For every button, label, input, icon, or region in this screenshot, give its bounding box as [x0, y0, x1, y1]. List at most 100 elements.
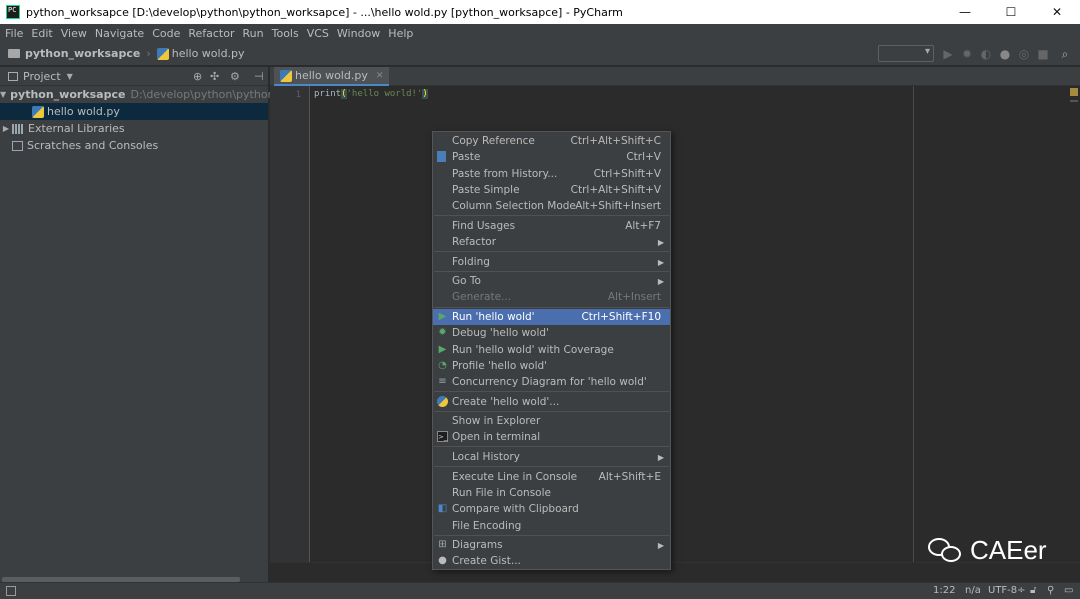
code-function: print: [314, 89, 342, 99]
scratches-icon: [12, 140, 23, 151]
inspector-icon[interactable]: ⚲: [1047, 585, 1054, 596]
menu-item-local-history[interactable]: Local History ▶: [433, 449, 670, 465]
menu-separator: [434, 215, 669, 216]
menu-file[interactable]: File: [0, 27, 27, 40]
menu-item-diagrams[interactable]: ⊞ Diagrams ▶: [433, 537, 670, 553]
navigation-bar: python_worksapce › hello wold.py ▶ ✹ ◐ ●…: [0, 42, 1080, 66]
status-bar: 1:22 n/a UTF-8÷ 🔓︎ ⚲ ▭: [0, 582, 1080, 599]
minimize-button[interactable]: —: [942, 0, 988, 24]
breadcrumb-file[interactable]: hello wold.py: [172, 47, 245, 60]
project-panel-title[interactable]: Project: [23, 70, 61, 83]
menu-separator: [434, 251, 669, 252]
menu-item-run-with-coverage[interactable]: ▶ Run 'hello wold' with Coverage: [433, 342, 670, 358]
menu-item-paste-simple[interactable]: Paste Simple Ctrl+Alt+Shift+V: [433, 182, 670, 198]
submenu-arrow-icon: ▶: [657, 452, 664, 462]
stop-icon[interactable]: ■: [1036, 47, 1050, 61]
chevron-down-icon[interactable]: ▼: [67, 72, 73, 81]
menu-item-open-in-terminal[interactable]: >_ Open in terminal: [433, 429, 670, 445]
menu-item-run-file-in-console[interactable]: Run File in Console: [433, 485, 670, 501]
menu-item-refactor[interactable]: Refactor ▶: [433, 234, 670, 250]
breadcrumb-separator: ›: [146, 47, 151, 60]
menu-item-file-encoding[interactable]: File Encoding: [433, 518, 670, 534]
tree-item-label: python_worksapce: [10, 88, 126, 101]
code-close-paren: ): [422, 89, 428, 99]
file-encoding[interactable]: UTF-8÷: [988, 585, 1026, 596]
menu-vcs[interactable]: VCS: [303, 27, 333, 40]
run-configuration-select[interactable]: [878, 45, 934, 62]
line-separator[interactable]: n/a: [965, 585, 981, 596]
menu-edit[interactable]: Edit: [27, 27, 56, 40]
event-log-icon[interactable]: ▭: [1064, 585, 1073, 596]
python-file-icon: [32, 105, 44, 118]
tool-windows-toggle-icon[interactable]: [6, 586, 16, 596]
collapse-all-icon[interactable]: ✣: [210, 70, 219, 83]
menu-item-create-gist[interactable]: ● Create Gist...: [433, 553, 670, 569]
menu-item-create-run-config[interactable]: Create 'hello wold'...: [433, 394, 670, 410]
line-number: 1: [295, 90, 301, 100]
menu-item-execute-line-in-console[interactable]: Execute Line in Console Alt+Shift+E: [433, 469, 670, 485]
sync-icon[interactable]: ⊕: [193, 70, 202, 83]
tree-item-label: External Libraries: [28, 122, 125, 135]
menu-refactor[interactable]: Refactor: [184, 27, 238, 40]
breadcrumb-project[interactable]: python_worksapce: [25, 47, 140, 60]
menu-code[interactable]: Code: [148, 27, 184, 40]
library-icon: [12, 123, 24, 134]
collapsed-arrow-icon[interactable]: ▶: [0, 124, 12, 133]
pycharm-app-icon: [6, 5, 20, 19]
run-icon[interactable]: ▶: [941, 47, 955, 61]
menu-item-profile[interactable]: ◔ Profile 'hello wold': [433, 358, 670, 374]
chat-bubble-icon: [928, 537, 962, 564]
profile-icon[interactable]: ●: [998, 47, 1012, 61]
coverage-icon[interactable]: ◐: [979, 47, 993, 61]
tree-item-project-root[interactable]: ▼ python_worksapce D:\develop\python\pyt…: [0, 86, 300, 103]
profile-icon: ◔: [438, 360, 447, 371]
menu-item-debug[interactable]: ✹ Debug 'hello wold': [433, 325, 670, 341]
menu-item-concurrency-diagram[interactable]: ≡ Concurrency Diagram for 'hello wold': [433, 374, 670, 390]
menu-navigate[interactable]: Navigate: [91, 27, 148, 40]
menu-item-generate[interactable]: Generate... Alt+Insert: [433, 289, 670, 305]
python-file-icon: [156, 47, 169, 60]
menu-help[interactable]: Help: [384, 27, 417, 40]
caret-position[interactable]: 1:22: [933, 585, 955, 596]
menu-window[interactable]: Window: [333, 27, 384, 40]
search-icon[interactable]: ⌕: [1058, 47, 1072, 61]
menu-separator: [434, 446, 669, 447]
code-line[interactable]: print('hello world!'): [314, 89, 428, 99]
menu-item-find-usages[interactable]: Find Usages Alt+F7: [433, 218, 670, 234]
menu-item-compare-with-clipboard[interactable]: ◧ Compare with Clipboard: [433, 501, 670, 517]
inspection-status-icon[interactable]: [1070, 88, 1078, 96]
tree-item-scratches[interactable]: Scratches and Consoles: [0, 137, 268, 154]
editor-tab-label: hello wold.py: [295, 69, 368, 82]
menu-item-paste[interactable]: Paste Ctrl+V: [433, 149, 670, 165]
menu-item-paste-from-history[interactable]: Paste from History... Ctrl+Shift+V: [433, 166, 670, 182]
menu-item-copy-reference[interactable]: Copy Reference Ctrl+Alt+Shift+C: [433, 133, 670, 149]
editor-tab-hello-wold[interactable]: hello wold.py ✕: [274, 67, 390, 86]
tree-item-external-libraries[interactable]: ▶ External Libraries: [0, 120, 268, 137]
debug-icon: ✹: [438, 327, 447, 338]
menu-item-folding[interactable]: Folding ▶: [433, 254, 670, 270]
title-bar: python_worksapce [D:\develop\python\pyth…: [0, 0, 1080, 24]
menu-tools[interactable]: Tools: [268, 27, 303, 40]
menu-run[interactable]: Run: [239, 27, 268, 40]
hide-panel-icon[interactable]: ⊣: [254, 70, 264, 83]
menu-item-run[interactable]: ▶ Run 'hello wold' Ctrl+Shift+F10: [433, 309, 670, 325]
lock-icon[interactable]: 🔓︎: [1030, 585, 1036, 596]
gear-icon[interactable]: ⚙: [230, 70, 240, 83]
maximize-button[interactable]: ☐: [988, 0, 1034, 24]
menu-item-go-to[interactable]: Go To ▶: [433, 273, 670, 289]
coverage-icon: ▶: [438, 344, 447, 355]
error-stripe-marker[interactable]: [1070, 100, 1078, 102]
watermark-text: CAEer: [970, 535, 1047, 565]
debug-icon[interactable]: ✹: [960, 47, 974, 61]
tree-item-hello-wold-py[interactable]: hello wold.py: [0, 103, 268, 120]
tree-item-label: Scratches and Consoles: [27, 139, 159, 152]
concurrency-icon[interactable]: ◎: [1017, 47, 1031, 61]
menu-item-show-in-explorer[interactable]: Show in Explorer: [433, 413, 670, 429]
editor-gutter: 1: [270, 86, 310, 562]
expanded-arrow-icon[interactable]: ▼: [0, 90, 6, 99]
project-panel-header: Project ▼ ⊕ ✣ ⚙ ⊣: [0, 67, 268, 86]
close-button[interactable]: ✕: [1034, 0, 1080, 24]
close-icon[interactable]: ✕: [376, 71, 384, 81]
menu-item-column-selection-mode[interactable]: Column Selection Mode Alt+Shift+Insert: [433, 198, 670, 214]
menu-view[interactable]: View: [57, 27, 91, 40]
